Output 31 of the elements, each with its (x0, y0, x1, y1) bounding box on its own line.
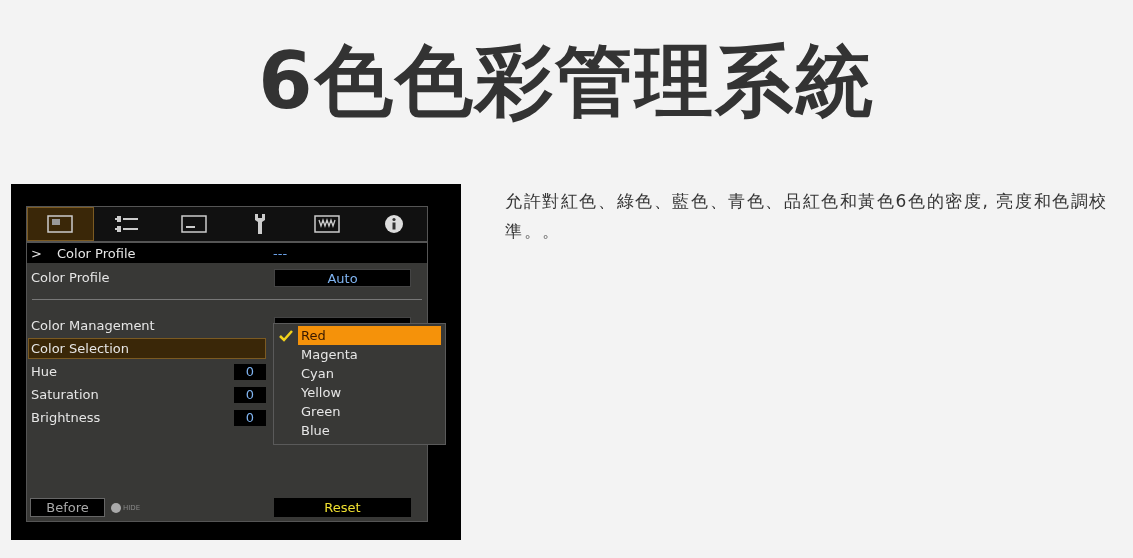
selected-row[interactable]: Color Selection (28, 338, 266, 359)
value-field[interactable]: 0 (234, 409, 266, 426)
description-text: 允許對紅色、綠色、藍色、青色、品紅色和黃色6色的密度, 亮度和色調校準。。 (505, 190, 1110, 243)
toggle-icon[interactable] (111, 502, 121, 513)
sliders-icon (114, 214, 140, 234)
value-field[interactable]: Auto (274, 268, 411, 287)
row-label: Color Profile (31, 270, 111, 285)
dropdown-option[interactable]: Red (298, 326, 441, 345)
value-field[interactable]: 0 (234, 386, 266, 403)
screen-icon (180, 215, 207, 233)
page-title: 6色色彩管理系統 (257, 35, 876, 128)
picture-frame-icon (47, 215, 74, 233)
reset-button[interactable]: Reset (274, 498, 411, 517)
dropdown-option[interactable]: Cyan (298, 364, 441, 383)
row-label[interactable]: Brightness (31, 410, 234, 425)
keypad-icon (314, 215, 340, 233)
dropdown-option[interactable]: Green (298, 402, 441, 421)
wrench-icon (254, 213, 267, 235)
info-icon (383, 214, 404, 234)
dropdown-option[interactable]: Magenta (298, 345, 441, 364)
chevron-text: > (30, 245, 43, 261)
row-label[interactable]: Saturation (31, 387, 234, 402)
menu-tab[interactable] (27, 207, 94, 241)
value-field[interactable]: 0 (234, 363, 266, 380)
before-button[interactable]: Before (30, 498, 105, 517)
header-label: Color Profile (57, 245, 137, 261)
dropdown-option[interactable]: Blue (298, 421, 441, 440)
row-label[interactable]: Hue (31, 364, 234, 379)
row-label[interactable]: Color Management (31, 318, 266, 333)
dropdown-option[interactable]: Yellow (298, 383, 441, 402)
header-value: --- (273, 245, 288, 261)
